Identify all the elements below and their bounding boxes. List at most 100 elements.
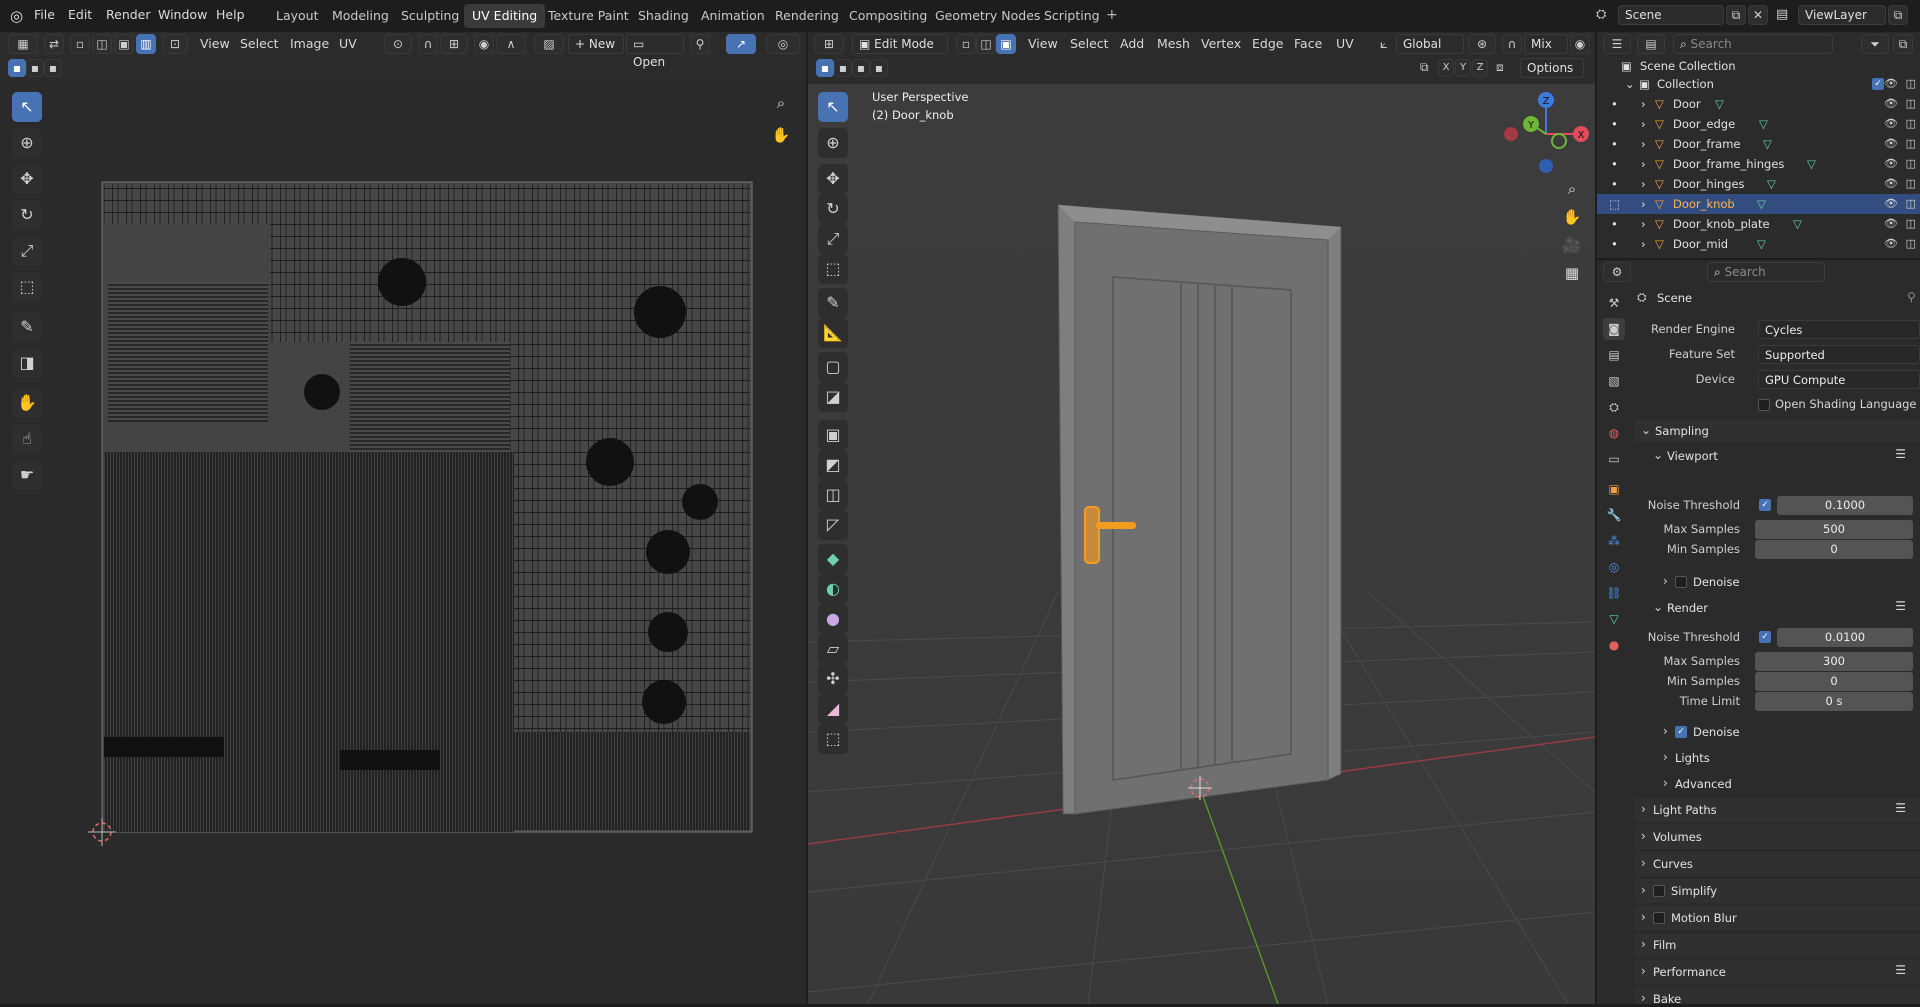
simplify-panel[interactable]: › Simplify [1635,879,1920,903]
expand-chevron-icon[interactable]: › [1641,94,1646,114]
viewport-menu-face[interactable]: Face [1294,36,1322,51]
light-paths-panel[interactable]: › Light Paths ☰ [1635,798,1920,822]
tab-collection-icon[interactable]: ▭ [1603,448,1625,470]
visibility-icon[interactable]: 👁 [1884,174,1898,194]
properties-editor-type-icon[interactable]: ⚙ [1603,262,1631,282]
new-collection-icon[interactable]: ⧉ [1893,34,1913,54]
vp-tool-edge-slide[interactable]: ▱ [818,634,848,664]
vp-tool-rotate[interactable]: ↻ [818,194,848,224]
vp-tool-shrink-fatten[interactable]: ✣ [818,664,848,694]
render-noise-threshold-checkbox[interactable]: ✓ [1759,631,1771,643]
pin-icon[interactable]: ⚲ [1907,290,1916,304]
tab-object-icon[interactable]: ▣ [1603,478,1625,500]
render-engine-dropdown[interactable]: Cycles [1758,320,1920,339]
render-icon[interactable]: ◫ [1906,134,1916,154]
outliner-display-mode-icon[interactable]: ▤ [1637,34,1665,54]
viewport-menu-view[interactable]: View [1028,36,1058,51]
simplify-checkbox[interactable] [1653,885,1665,897]
pivot-icon[interactable]: ⊛ [1468,34,1496,54]
properties-search[interactable]: ⌕ Search [1707,262,1825,282]
viewport-menu-mesh[interactable]: Mesh [1157,36,1190,51]
tab-shading[interactable]: Shading [630,4,697,28]
menu-help[interactable]: Help [216,7,245,22]
render-noise-threshold-field[interactable]: 0.0100 [1777,628,1913,647]
advanced-subpanel[interactable]: › Advanced [1659,774,1920,794]
proportional-icon[interactable]: ◉ [1570,34,1590,54]
render-denoise-checkbox[interactable]: ✓ [1675,726,1687,738]
mesh-data-icon[interactable]: ▽ [1763,134,1772,154]
render-icon[interactable]: ◫ [1906,234,1916,254]
scene-selector[interactable]: Scene [1618,5,1724,25]
mirror-x-toggle[interactable]: X [1438,59,1454,77]
curves-panel[interactable]: › Curves [1635,852,1920,876]
tab-output-icon[interactable]: ▤ [1603,344,1625,366]
expand-chevron-icon[interactable]: › [1641,114,1646,134]
vp-tool-bevel[interactable]: ◩ [818,450,848,480]
visibility-icon[interactable]: 👁 [1884,214,1898,234]
render-icon[interactable]: ◫ [1906,214,1916,234]
mesh-data-icon[interactable]: ▽ [1759,114,1768,134]
expand-chevron-icon[interactable]: › [1641,134,1646,154]
outliner-item-door-hinges[interactable]: • › ▽ Door_hinges ▽ 👁 ◫ [1597,174,1920,194]
osl-checkbox[interactable] [1758,399,1770,411]
presets-list-icon[interactable]: ☰ [1895,963,1906,977]
tab-scene-icon[interactable]: ⛭ [1603,396,1625,418]
vp-select-new-icon[interactable]: ▪ [816,59,834,77]
mirror-z-toggle[interactable]: Z [1472,59,1488,77]
vp-tool-scale[interactable]: ⤢ [818,224,848,254]
new-scene-icon[interactable]: ⧉ [1726,5,1746,25]
render-icon[interactable]: ◫ [1906,174,1916,194]
vp-tool-poly-build[interactable]: ◆ [818,544,848,574]
snap-magnet-icon[interactable]: ∩ [1502,34,1522,54]
3d-viewport[interactable]: ⊞ ▣ Edit Mode ▫ ◫ ▣ View Select Add Mesh… [808,32,1595,1004]
expand-chevron-icon[interactable]: › [1641,214,1646,234]
performance-panel[interactable]: › Performance ☰ [1635,960,1920,984]
viewport-noise-threshold-checkbox[interactable]: ✓ [1759,499,1771,511]
tab-view-layer-icon[interactable]: ▧ [1603,370,1625,392]
tab-data-icon[interactable]: ▽ [1603,608,1625,630]
scene-icon[interactable]: ⛭ [1596,7,1606,22]
options-dropdown[interactable]: Options [1520,58,1584,78]
tab-physics-icon[interactable]: ◎ [1603,556,1625,578]
mirror-y-toggle[interactable]: Y [1455,59,1471,77]
delete-scene-icon[interactable]: ✕ [1748,5,1768,25]
vp-tool-measure[interactable]: 📐 [818,318,848,348]
vp-tool-shear[interactable]: ◢ [818,694,848,724]
vp-tool-inset[interactable]: ▣ [818,420,848,450]
viewport-menu-uv[interactable]: UV [1336,36,1354,51]
render-icon[interactable]: ◫ [1906,114,1916,134]
tab-modeling[interactable]: Modeling [324,4,397,28]
render-min-samples-field[interactable]: 0 [1755,672,1913,691]
visibility-icon[interactable]: 👁 [1884,114,1898,134]
tab-material-icon[interactable]: ● [1603,634,1625,656]
visibility-icon[interactable]: 👁 [1884,94,1898,114]
collection-visibility-icon[interactable]: 👁 [1884,74,1898,94]
vp-tool-extrude[interactable]: ◪ [818,382,848,412]
view-layer-selector[interactable]: ViewLayer [1798,5,1886,25]
sampling-panel-header[interactable]: ⌄ Sampling [1635,420,1920,442]
outliner-item-door-frame[interactable]: • › ▽ Door_frame ▽ 👁 ◫ [1597,134,1920,154]
vp-tool-move[interactable]: ✥ [818,164,848,194]
vp-tool-smooth[interactable]: ● [818,604,848,634]
tab-modifier-icon[interactable]: 🔧 [1603,504,1625,526]
mesh-data-icon[interactable]: ▽ [1757,234,1766,254]
expand-chevron-icon[interactable]: › [1641,174,1646,194]
transform-orientation-dropdown[interactable]: Global [1396,34,1464,54]
render-max-samples-field[interactable]: 300 [1755,652,1913,671]
tab-constraints-icon[interactable]: ⛓ [1603,582,1625,604]
vp-select-extend-icon[interactable]: ▪ [834,59,852,77]
outliner-collection[interactable]: ⌄ ▣ Collection ✓ 👁 ◫ [1597,74,1920,94]
blender-logo-icon[interactable]: ◎ [10,7,23,25]
vp-pan-icon[interactable]: ✋ [1559,204,1585,230]
vp-tool-rip[interactable]: ⬚ [818,724,848,754]
outliner-editor-type-icon[interactable]: ☰ [1603,34,1631,54]
mesh-data-icon[interactable]: ▽ [1807,154,1816,174]
viewport-menu-edge[interactable]: Edge [1252,36,1283,51]
tab-sculpting[interactable]: Sculpting [393,4,467,28]
render-icon[interactable]: ◫ [1906,194,1916,214]
expand-chevron-icon[interactable]: › [1641,154,1646,174]
tab-uv-editing[interactable]: UV Editing [464,4,546,28]
vp-tool-spin[interactable]: ◐ [818,574,848,604]
uv-layout[interactable] [0,32,806,1004]
menu-render[interactable]: Render [106,7,151,22]
